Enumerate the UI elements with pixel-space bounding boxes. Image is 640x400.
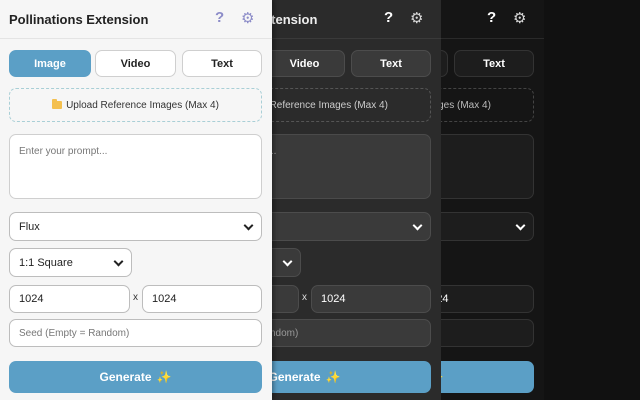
app-title: Pollinations Extension [271,12,318,27]
generate-button[interactable]: Generate ✨ [9,361,262,393]
upload-reference-button[interactable]: Upload Reference Images (Max 4) [441,88,534,122]
tab-video[interactable]: Video [95,50,176,77]
height-input[interactable]: 1024 [142,285,262,313]
prompt-input[interactable]: Enter your prompt... [271,134,431,199]
upload-label: Upload Reference Images (Max 4) [271,99,388,111]
width-input[interactable]: 1024 [271,285,299,313]
tab-video[interactable]: Video [441,50,448,77]
width-input[interactable]: 1024 [9,285,130,313]
times-sign: x [133,292,138,303]
tab-text[interactable]: Text [454,50,534,77]
upload-label: Upload Reference Images (Max 4) [66,99,219,111]
model-select[interactable]: Flux [9,212,262,241]
generate-button[interactable]: Generate ✨ [441,361,534,393]
sparkle-icon: ✨ [441,370,443,384]
extension-panel-dark: Pollinations Extension ? ⚙ Image Video T… [271,0,441,400]
chevron-down-icon [113,256,124,267]
tab-image[interactable]: Image [9,50,91,77]
help-icon[interactable]: ? [487,9,496,26]
extension-panel-darker: Pollinations Extension ? ⚙ Image Video T… [441,0,640,400]
generate-label: Generate [271,370,321,384]
seed-input[interactable]: Seed (Empty = Random) [271,319,431,347]
upload-label: Upload Reference Images (Max 4) [441,99,491,111]
panel-content: Pollinations Extension ? ⚙ Image Video T… [0,0,272,400]
chevron-down-icon [282,256,293,267]
model-select[interactable]: Flux [271,212,431,241]
chevron-down-icon [412,220,423,231]
header: Pollinations Extension ? ⚙ [0,0,272,39]
tab-video[interactable]: Video [271,50,345,77]
seed-input[interactable]: Seed (Empty = Random) [9,319,262,347]
aspect-select[interactable]: 1:1 Square [9,248,132,277]
help-icon[interactable]: ? [384,9,393,26]
generate-label: Generate [99,370,152,384]
prompt-input[interactable]: Enter your prompt... [441,134,534,199]
aspect-value: 1:1 Square [19,256,73,269]
height-input[interactable]: 1024 [441,285,534,313]
gear-icon[interactable]: ⚙ [410,9,423,27]
gear-icon[interactable]: ⚙ [513,9,526,27]
upload-reference-button[interactable]: Upload Reference Images (Max 4) [9,88,262,122]
upload-reference-button[interactable]: Upload Reference Images (Max 4) [271,88,431,122]
header: Pollinations Extension ? ⚙ [271,0,441,39]
extension-panel-light: Pollinations Extension ? ⚙ Image Video T… [0,0,272,400]
header: Pollinations Extension ? ⚙ [441,0,544,39]
times-sign: x [302,292,307,303]
gear-icon[interactable]: ⚙ [241,9,254,27]
model-select[interactable]: Flux [441,212,534,241]
panel-content: Pollinations Extension ? ⚙ Image Video T… [271,0,441,400]
aspect-select[interactable]: 1:1 Square [271,248,301,277]
chevron-down-icon [243,220,254,231]
tab-text[interactable]: Text [351,50,431,77]
sparkle-icon: ✨ [325,370,341,384]
model-value: Flux [19,220,40,233]
panel-content: Pollinations Extension ? ⚙ Image Video T… [441,0,544,400]
chevron-down-icon [515,220,526,231]
folder-icon [52,99,63,109]
seed-input[interactable]: Seed (Empty = Random) [441,319,534,347]
prompt-input[interactable]: Enter your prompt... [9,134,262,199]
help-icon[interactable]: ? [215,9,224,26]
tab-text[interactable]: Text [182,50,262,77]
app-title: Pollinations Extension [9,12,149,27]
height-input[interactable]: 1024 [311,285,431,313]
generate-button[interactable]: Generate ✨ [271,361,431,393]
sparkle-icon: ✨ [156,370,172,384]
